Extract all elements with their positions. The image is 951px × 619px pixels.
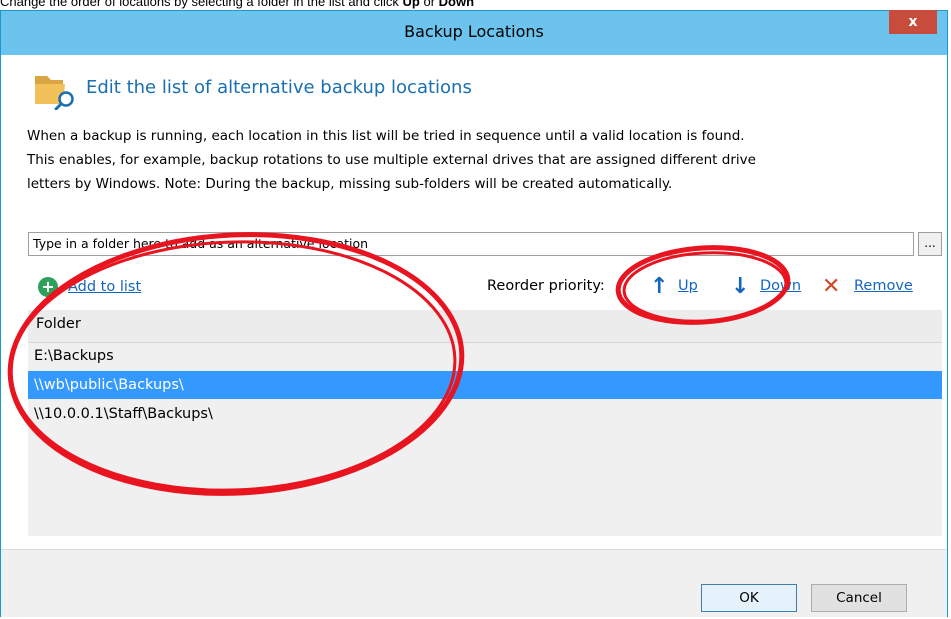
folder-path: \\10.0.0.1\Staff\Backups\ bbox=[34, 406, 213, 422]
add-to-list-link[interactable]: Add to list bbox=[68, 279, 141, 295]
folder-path: E:\Backups bbox=[34, 348, 114, 364]
caption-or: or bbox=[419, 0, 439, 9]
down-link[interactable]: Down bbox=[760, 278, 801, 294]
cancel-button[interactable]: Cancel bbox=[811, 584, 907, 612]
folder-path: \\wb\public\Backups\ bbox=[34, 377, 184, 393]
folder-search-icon bbox=[33, 70, 79, 111]
description-line: This enables, for example, backup rotati… bbox=[27, 152, 756, 168]
browse-button[interactable]: ... bbox=[918, 232, 942, 256]
remove-icon[interactable]: ✕ bbox=[822, 276, 840, 298]
title-bar[interactable]: Backup Locations x bbox=[1, 10, 947, 55]
add-icon[interactable]: + bbox=[38, 277, 58, 297]
list-item-selected[interactable]: \\wb\public\Backups\ bbox=[28, 371, 942, 399]
ok-button[interactable]: OK bbox=[701, 584, 797, 612]
remove-link[interactable]: Remove bbox=[854, 278, 913, 294]
arrow-up-icon[interactable]: ↑ bbox=[650, 276, 668, 298]
column-header-label: Folder bbox=[36, 316, 81, 332]
list-item[interactable]: E:\Backups bbox=[28, 342, 942, 370]
close-button[interactable]: x bbox=[889, 10, 937, 34]
description: When a backup is running, each location … bbox=[27, 124, 907, 196]
caption-down: Down bbox=[438, 0, 475, 9]
caption-up: Up bbox=[402, 0, 420, 9]
up-link[interactable]: Up bbox=[678, 278, 698, 294]
folder-list[interactable]: Folder E:\Backups \\wb\public\Backups\ \… bbox=[28, 310, 942, 536]
window-title: Backup Locations bbox=[404, 22, 544, 41]
folder-path-input[interactable]: Type in a folder here to add as an alter… bbox=[28, 232, 914, 256]
reorder-priority-label: Reorder priority: bbox=[487, 278, 605, 294]
caption-text: Change the order of locations by selecti… bbox=[0, 0, 403, 9]
dialog-footer: OK Cancel bbox=[1, 549, 947, 617]
caption: Change the order of locations by selecti… bbox=[0, 0, 474, 10]
list-item[interactable]: \\10.0.0.1\Staff\Backups\ bbox=[28, 400, 942, 428]
folder-column-header[interactable]: Folder bbox=[28, 310, 942, 343]
description-line: letters by Windows. Note: During the bac… bbox=[27, 176, 673, 192]
page-heading: Edit the list of alternative backup loca… bbox=[86, 77, 472, 98]
arrow-down-icon[interactable]: ↓ bbox=[731, 276, 749, 298]
description-line: When a backup is running, each location … bbox=[27, 128, 745, 144]
